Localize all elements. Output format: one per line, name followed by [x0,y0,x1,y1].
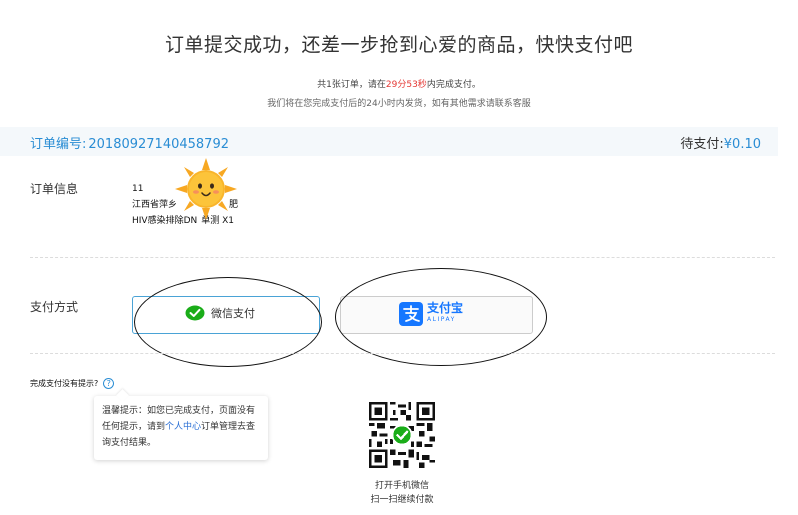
order-info-label: 订单信息 [30,182,79,196]
order-number-label: 订单编号: [30,137,87,152]
tooltip-arrow [116,389,129,402]
tooltip-text: 温馨提示：如您已完成支付，页面没有任何提示，请到个人中心订单管理去查询支付结果。 [102,403,262,451]
pending-payment-amount: ¥0.10 [723,137,761,152]
personal-center-link[interactable]: 个人中心 [165,422,201,432]
qr-caption-line-2: 扫一扫继续付款 [370,495,434,505]
pending-payment: 待支付:¥0.10 [680,133,761,152]
payment-qr-code [369,402,435,468]
countdown-suffix: 内完成支付。 [426,80,481,90]
pending-payment-label: 待支付: [680,137,724,152]
countdown-notice: 共1张订单，请在29分53秒内完成支付。 [0,77,798,90]
order-number-value: 20180927140458792 [88,137,229,152]
payment-hint-title[interactable]: 完成支付没有提示? ? [30,378,115,389]
page-title: 订单提交成功，还差一步抢到心爱的商品，快快支付吧 [164,34,633,56]
shipping-notice: 我们将在您完成支付后的24小时内发货，如有其他需求请联系客服 [267,99,531,109]
divider [30,353,775,354]
tooltip-popup: 温馨提示：如您已完成支付，页面没有任何提示，请到个人中心订单管理去查询支付结果。 [94,389,268,460]
divider [30,257,775,258]
order-info-address: 江西省萍乡 [132,200,178,210]
order-number: 订单编号: 20180927140458792 [30,133,229,152]
payment-method-label: 支付方式 [30,300,79,314]
countdown-prefix: 共1张订单，请在 [317,80,386,90]
countdown-time: 29分53秒 [385,80,427,90]
annotation-ellipse-alipay [335,268,547,366]
payment-hint-text: 完成支付没有提示? [30,379,99,388]
sun-emoji-sticker [175,158,237,220]
help-icon[interactable]: ? [103,378,115,389]
qr-caption-line-1: 打开手机微信 [374,481,429,491]
